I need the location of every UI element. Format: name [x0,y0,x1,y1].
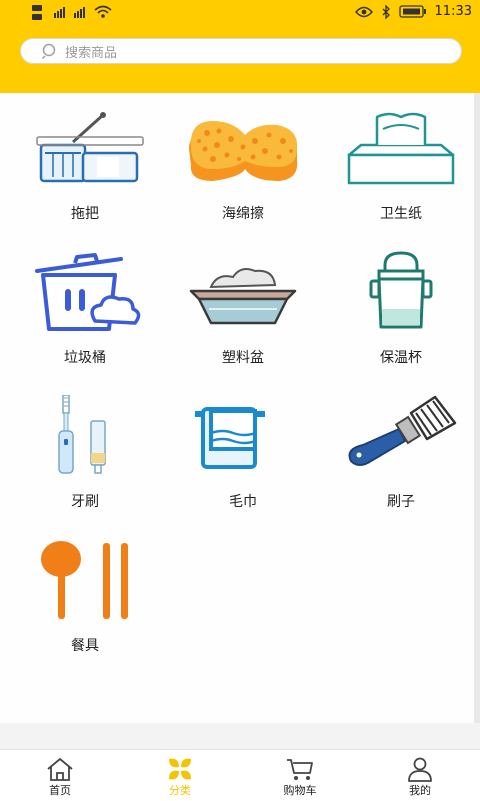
status-left [32,3,112,21]
tissue-box-icon [347,112,455,185]
mop-bucket-icon [36,112,144,183]
category-item-brush[interactable]: 刷子 [322,381,480,525]
paint-brush-icon [348,395,457,466]
category-item-tissue[interactable]: 卫生纸 [322,93,480,237]
plastic-basin-icon [189,268,297,325]
tableware-icon [41,541,128,619]
search-icon [41,43,56,60]
status-right: 11:33 [354,4,472,19]
category-item-tableware[interactable]: 餐具 [6,525,164,669]
category-icon [169,758,191,780]
tab-cart[interactable]: 购物车 [240,750,360,801]
tab-cart-label: 购物车 [283,784,317,797]
category-label: 卫生纸 [380,206,422,222]
tab-me[interactable]: 我的 [360,750,480,801]
trash-bin-icon [35,253,141,331]
bottom-nav: 首页 分类 购物车 我的 [0,749,480,801]
thermos-cup-icon [369,251,433,329]
category-label: 保温杯 [380,350,422,366]
status-time: 11:33 [434,4,472,19]
category-label: 刷子 [387,494,415,510]
tab-home[interactable]: 首页 [0,750,120,801]
category-item-thermos[interactable]: 保温杯 [322,237,480,381]
scroll-track [474,93,480,723]
user-icon [408,757,432,782]
signal-icon [32,5,85,20]
search-input[interactable]: 搜索商品 [20,38,462,64]
tab-me-label: 我的 [409,784,431,797]
towel-icon [195,407,265,469]
toothbrush-icon [58,395,106,474]
eye-icon [354,6,373,17]
category-item-sponge[interactable]: 海绵擦 [164,93,322,237]
category-label: 毛巾 [229,494,257,510]
category-grid: 拖把 海绵擦 卫生纸 垃圾桶 塑料盆 保温杯 牙刷 毛巾 刷子 餐具 [0,93,474,723]
battery-icon [398,5,426,18]
category-item-basin[interactable]: 塑料盆 [164,237,322,381]
tab-category-label: 分类 [169,784,191,797]
category-label: 餐具 [71,638,99,654]
status-bar: 11:33 [0,0,480,26]
tab-home-label: 首页 [49,784,71,797]
bluetooth-icon [382,4,390,19]
category-label: 垃圾桶 [64,350,106,366]
cart-icon [287,759,313,780]
category-item-toothbrush[interactable]: 牙刷 [6,381,164,525]
search-placeholder: 搜索商品 [65,45,118,61]
category-item-trash[interactable]: 垃圾桶 [6,237,164,381]
category-label: 牙刷 [71,494,99,510]
home-icon [47,758,73,781]
category-label: 海绵擦 [222,206,264,222]
category-label: 塑料盆 [222,350,264,366]
sponge-icon [189,121,298,181]
header: 搜索商品 [0,26,480,93]
category-item-towel[interactable]: 毛巾 [164,381,322,525]
category-item-mop[interactable]: 拖把 [6,93,164,237]
category-label: 拖把 [71,206,99,222]
category-content: 拖把 海绵擦 卫生纸 垃圾桶 塑料盆 保温杯 牙刷 毛巾 刷子 餐具 [0,93,474,723]
tab-category[interactable]: 分类 [120,750,240,801]
wifi-icon [94,5,112,18]
